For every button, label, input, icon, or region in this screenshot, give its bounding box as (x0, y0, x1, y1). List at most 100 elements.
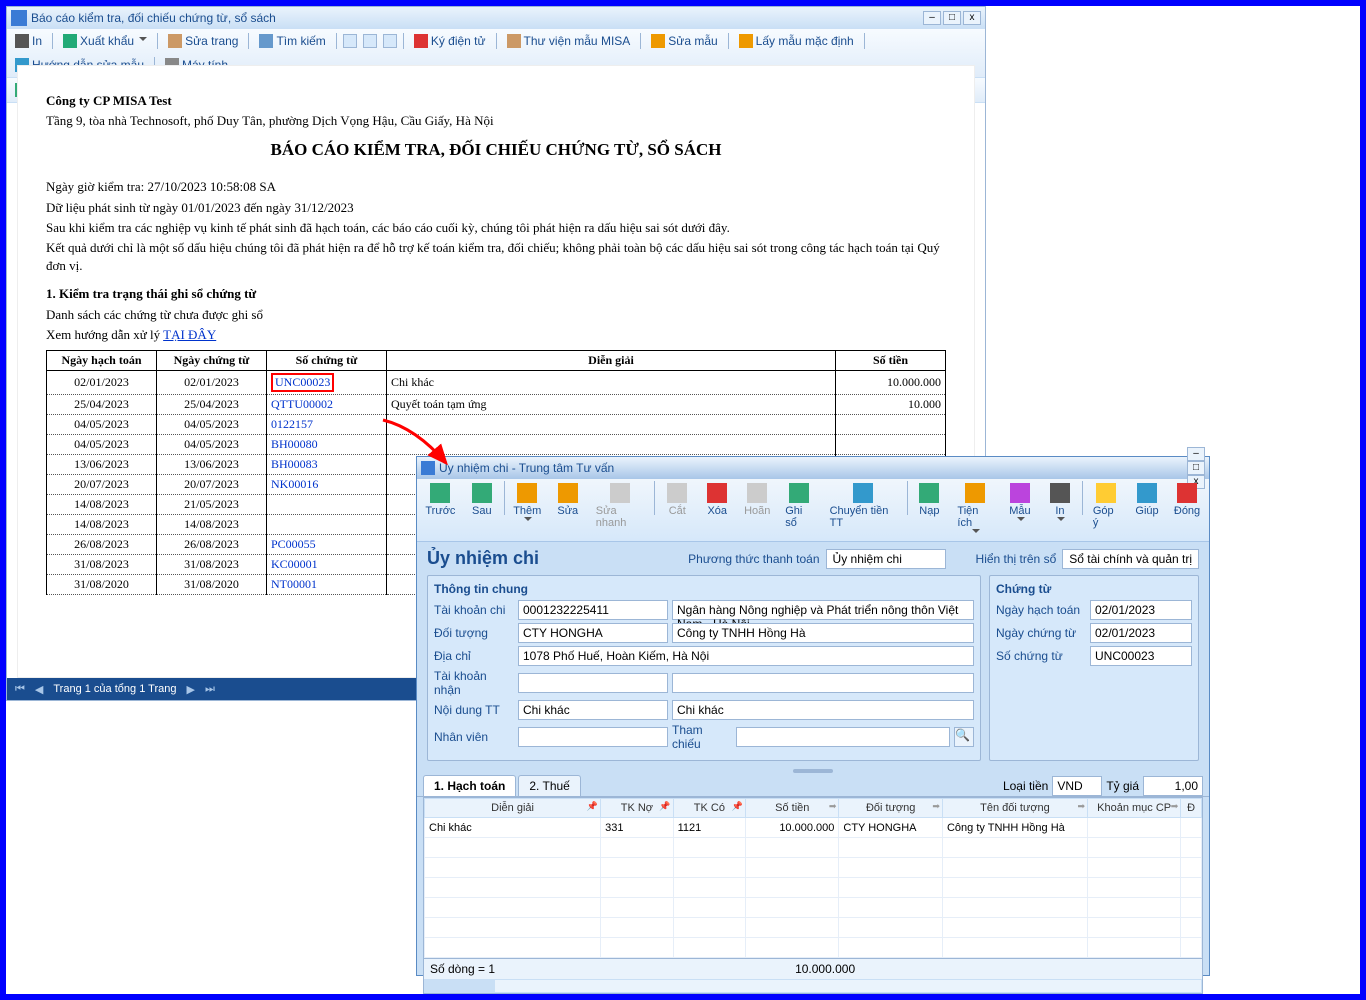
docdate-field[interactable]: 02/01/2023 (1090, 623, 1192, 643)
voucher-panel: Chứng từ Ngày hạch toán02/01/2023 Ngày c… (989, 575, 1199, 761)
doc-link[interactable]: QTTU00002 (271, 397, 333, 411)
splitter[interactable] (417, 767, 1209, 775)
gcol-costitem[interactable]: Khoản mục CP➡ (1088, 799, 1181, 818)
rate-field[interactable]: 1,00 (1143, 776, 1203, 796)
employee-field[interactable] (518, 727, 668, 747)
object-name-field[interactable]: Công ty TNHH Hồng Hà (672, 623, 974, 643)
scissors-icon (667, 483, 687, 503)
feedback-button[interactable]: Góp ý (1087, 481, 1125, 531)
table-row: 04/05/202304/05/2023BH00080 (47, 434, 946, 454)
postdate-field[interactable]: 02/01/2023 (1090, 600, 1192, 620)
maximize-button[interactable]: □ (943, 11, 961, 25)
utilities-button[interactable]: Tiện ích (951, 481, 998, 539)
wand-icon (651, 34, 665, 48)
help-button[interactable]: Giúp (1129, 481, 1165, 519)
col-docno: Số chứng từ (267, 350, 387, 370)
currency-field[interactable]: VND (1052, 776, 1102, 796)
find-button[interactable]: Tìm kiếm (255, 32, 329, 50)
guide-text: Xem hướng dẫn xử lý (46, 327, 163, 342)
minimize-button[interactable]: – (923, 11, 941, 25)
gcol-desc[interactable]: Diễn giải📌 (425, 799, 601, 818)
grid-row[interactable]: Chi khác 331 1121 10.000.000 CTY HONGHA … (425, 818, 1202, 838)
prev-button[interactable]: Trước (421, 481, 460, 519)
esign-button[interactable]: Ký điện tử (410, 32, 490, 50)
doc-link[interactable]: NT00001 (271, 577, 317, 591)
object-code-field[interactable]: CTY HONGHA (518, 623, 668, 643)
recv-account-field[interactable] (518, 673, 668, 693)
print-voucher-button[interactable]: In (1042, 481, 1078, 527)
page-icon (168, 34, 182, 48)
content-field-2[interactable]: Chi khác (672, 700, 974, 720)
doc-link[interactable]: 0122157 (271, 417, 313, 431)
doc-link[interactable]: KC00001 (271, 557, 318, 571)
bank-field[interactable]: Ngân hàng Nông nghiệp và Phát triển nông… (672, 600, 974, 620)
recv-bank-field[interactable] (672, 673, 974, 693)
add-button[interactable]: Thêm (509, 481, 546, 527)
sign-icon (414, 34, 428, 48)
gcol-amount[interactable]: Số tiền➡ (746, 799, 839, 818)
quick-edit-button[interactable]: Sửa nhanh (590, 481, 651, 531)
tab-tax[interactable]: 2. Thuế (518, 775, 580, 796)
content-field-1[interactable]: Chi khác (518, 700, 668, 720)
edit-page-button[interactable]: Sửa trang (164, 32, 242, 50)
delete-button[interactable]: Xóa (699, 481, 735, 519)
grid-sum: 10.000.000 (795, 962, 855, 976)
account-field[interactable]: 0001232225411 (518, 600, 668, 620)
post-button[interactable]: Ghi sổ (779, 481, 819, 531)
tab-accounting[interactable]: 1. Hạch toán (423, 775, 516, 796)
first-page-button[interactable]: ⏮ (15, 683, 25, 696)
flash-icon (610, 483, 630, 503)
print-button[interactable]: In (11, 32, 46, 50)
grid-hscrollbar[interactable] (424, 979, 1202, 993)
dialog-minimize-button[interactable]: – (1187, 447, 1205, 461)
template-icon (1010, 483, 1030, 503)
detail-grid[interactable]: Diễn giải📌 TK Nợ📌 TK Có📌 Số tiền➡ Đối tư… (423, 797, 1203, 994)
gcol-obj[interactable]: Đối tượng➡ (839, 799, 943, 818)
next-button[interactable]: Sau (464, 481, 500, 519)
reload-button[interactable]: Nạp (911, 481, 947, 519)
reference-label: Tham chiếu (672, 723, 732, 751)
template-button[interactable]: Mẫu (1002, 481, 1038, 527)
tool-icon-2[interactable] (363, 34, 377, 48)
content-label: Nội dung TT (434, 703, 514, 717)
doc-link[interactable]: PC00055 (271, 537, 316, 551)
reference-field[interactable] (736, 727, 950, 747)
address-field[interactable]: 1078 Phố Huế, Hoàn Kiếm, Hà Nội (518, 646, 974, 666)
close-dialog-button[interactable]: Đóng (1169, 481, 1205, 519)
paymethod-select[interactable]: Ủy nhiệm chi (826, 549, 946, 569)
edit-button[interactable]: Sửa (550, 481, 586, 519)
doc-link-highlighted[interactable]: UNC00023 (271, 373, 334, 392)
dialog-maximize-button[interactable]: □ (1187, 461, 1205, 475)
gcol-debit[interactable]: TK Nợ📌 (601, 799, 674, 818)
template-lib-button[interactable]: Thư viện mẫu MISA (503, 32, 635, 50)
undo-button[interactable]: Hoãn (739, 481, 775, 519)
transfer-button[interactable]: Chuyển tiền TT (824, 481, 903, 531)
default-template-button[interactable]: Lấy mẫu mặc định (735, 32, 858, 50)
tool-icon-3[interactable] (383, 34, 397, 48)
guide-link[interactable]: TẠI ĐÂY (163, 327, 216, 342)
edit-template-button[interactable]: Sửa mẫu (647, 32, 721, 50)
last-page-button[interactable]: ⏭ (205, 683, 215, 696)
docno-field[interactable]: UNC00023 (1090, 646, 1192, 666)
object-label: Đối tượng (434, 626, 514, 640)
gcol-objname[interactable]: Tên đối tượng➡ (942, 799, 1087, 818)
tab-row: 1. Hạch toán 2. Thuế Loại tiền VND Tỷ gi… (417, 775, 1209, 797)
tool-icon-1[interactable] (343, 34, 357, 48)
cut-button[interactable]: Cắt (659, 481, 695, 519)
doc-link[interactable]: BH00080 (271, 437, 318, 451)
company-address: Tầng 9, tòa nhà Technosoft, phố Duy Tân,… (46, 112, 946, 130)
voucher-title: Chứng từ (996, 582, 1192, 596)
close-button[interactable]: x (963, 11, 981, 25)
undo-icon (747, 483, 767, 503)
export-button[interactable]: Xuất khẩu (59, 32, 151, 50)
display-select[interactable]: Sổ tài chính và quản trị (1062, 549, 1199, 569)
prev-page-button[interactable]: ◀ (35, 683, 43, 696)
gcol-extra[interactable]: Đ (1181, 799, 1202, 818)
next-page-button[interactable]: ▶ (187, 683, 195, 696)
data-range: Dữ liệu phát sinh từ ngày 01/01/2023 đến… (46, 199, 946, 217)
check-icon (789, 483, 809, 503)
doc-link[interactable]: NK00016 (271, 477, 318, 491)
gcol-credit[interactable]: TK Có📌 (673, 799, 746, 818)
doc-link[interactable]: BH00083 (271, 457, 318, 471)
reference-lookup-button[interactable]: 🔍 (954, 727, 974, 747)
